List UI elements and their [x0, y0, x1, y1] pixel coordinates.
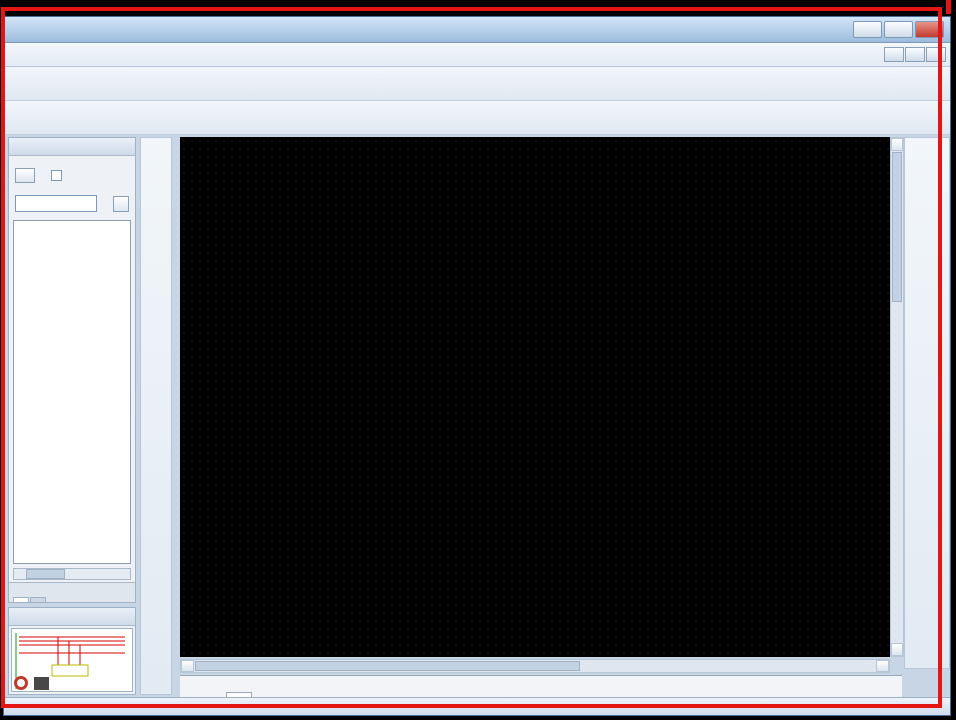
window-controls: [853, 21, 944, 38]
tree-page-row[interactable]: [16, 240, 128, 257]
page-panel-tabs: [9, 582, 135, 602]
schematic-canvas[interactable]: [180, 137, 890, 657]
screen: [0, 0, 956, 720]
tab-list[interactable]: [30, 597, 46, 602]
vertical-scrollbar[interactable]: [890, 137, 904, 657]
tab-tree[interactable]: [13, 597, 29, 602]
play-icon: [34, 676, 49, 690]
scroll-track[interactable]: [26, 569, 118, 579]
filter-more-button[interactable]: [15, 168, 35, 183]
close-button[interactable]: [915, 21, 944, 38]
mdi-controls: [884, 47, 946, 62]
minimize-button[interactable]: [853, 21, 882, 38]
toolbar-row-2: [4, 101, 950, 135]
horizontal-scroll-thumb[interactable]: [195, 661, 580, 671]
vertical-scroll-thumb[interactable]: [892, 152, 902, 302]
mdi-restore-button[interactable]: [905, 47, 925, 62]
eplan-window: [3, 16, 951, 716]
mdi-close-button[interactable]: [926, 47, 946, 62]
page-tree: [13, 220, 131, 564]
status-bar: [4, 697, 950, 715]
activate-checkbox[interactable]: [51, 170, 62, 181]
maximize-button[interactable]: [884, 21, 913, 38]
title-bar: [4, 17, 950, 43]
preview-panel-header: [9, 608, 135, 626]
workspace: [4, 135, 950, 699]
watermark: [14, 676, 49, 690]
watermark-logo-icon: [14, 676, 28, 690]
page-navigator-panel: [8, 137, 136, 603]
scroll-thumb[interactable]: [26, 569, 65, 579]
recording-border-tick: [946, 0, 951, 14]
editor-area: [176, 135, 904, 699]
drawing-toolbar: [140, 137, 172, 695]
scroll-up-icon[interactable]: [891, 138, 903, 151]
horizontal-scrollbar[interactable]: [180, 659, 890, 673]
scroll-down-icon[interactable]: [891, 643, 903, 656]
scroll-left-icon[interactable]: [181, 660, 194, 672]
connection-symbol-toolbar: [904, 137, 950, 669]
mdi-minimize-button[interactable]: [884, 47, 904, 62]
page-tab-bar: [180, 675, 902, 699]
value-input[interactable]: [15, 195, 97, 212]
toolbar-row-1: [4, 67, 950, 101]
value-apply-button[interactable]: [113, 195, 129, 212]
scroll-right-icon[interactable]: [876, 660, 889, 672]
page-panel-header: [9, 138, 135, 156]
left-dock: [8, 137, 136, 695]
graphic-preview-panel: [8, 607, 136, 695]
scroll-left-icon[interactable]: [14, 569, 26, 579]
tree-root-row[interactable]: [16, 223, 128, 240]
menu-bar: [4, 43, 950, 67]
page-panel-controls: [9, 156, 135, 216]
preview-canvas: [11, 628, 133, 692]
tree-horizontal-scrollbar[interactable]: [13, 568, 131, 580]
schematic-drawing: [180, 137, 890, 657]
scroll-right-icon[interactable]: [118, 569, 130, 579]
